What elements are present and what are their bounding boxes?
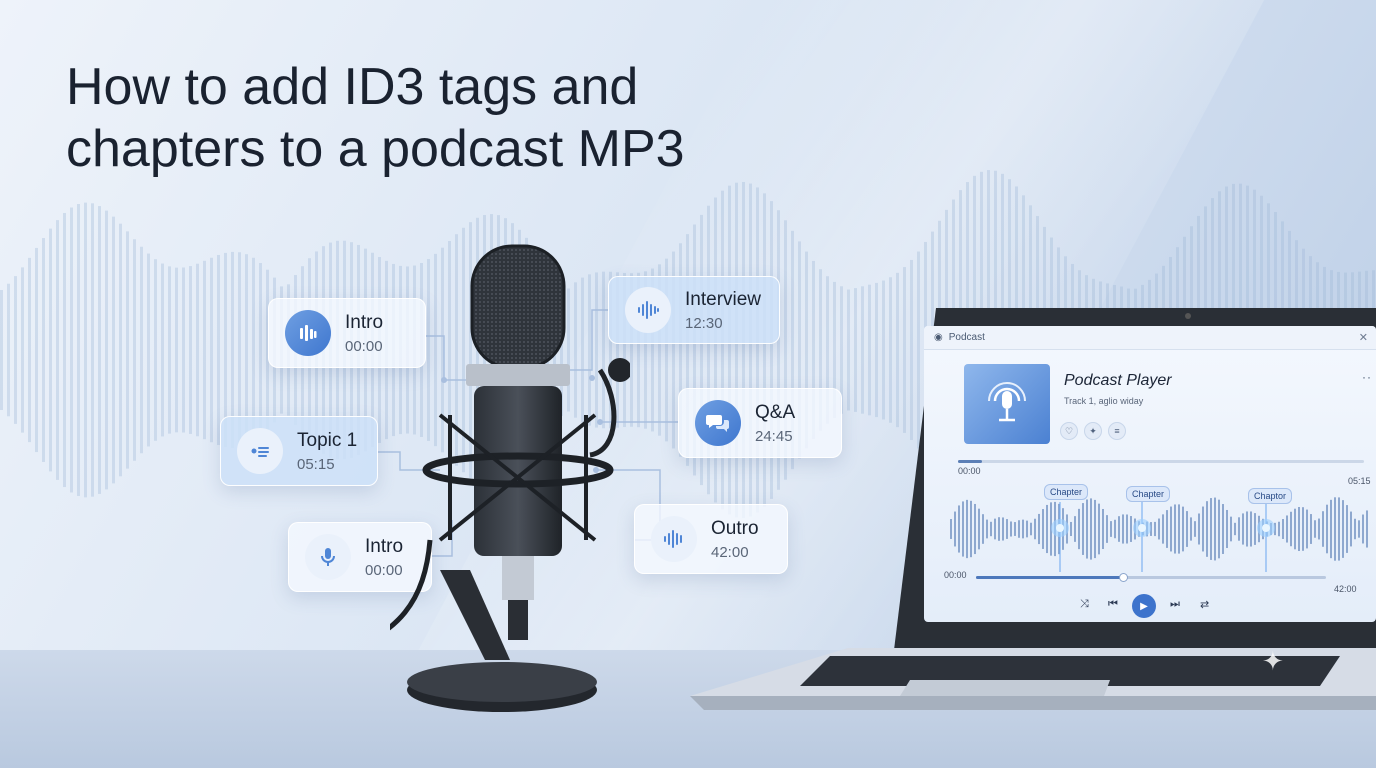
equalizer-bars-icon xyxy=(285,310,331,356)
progress-knob[interactable] xyxy=(1119,573,1128,582)
play-button[interactable]: ▶ xyxy=(1132,594,1156,618)
podcast-logo-icon: ◉ xyxy=(934,332,943,343)
microphone-icon xyxy=(305,534,351,580)
chapter-card-time: 05:15 xyxy=(297,455,335,473)
shuffle-icon[interactable]: ⤨ xyxy=(1080,598,1089,611)
skip-forward-icon[interactable]: ⏭ xyxy=(1170,598,1180,611)
bottom-progress-fill xyxy=(976,576,1123,579)
chapter-card-time: 00:00 xyxy=(345,337,383,355)
waveform-icon xyxy=(625,287,671,333)
podcast-cover-art xyxy=(964,364,1050,444)
window-title-bar: ◉ Podcast ✕ xyxy=(924,326,1376,350)
microphone-illustration xyxy=(390,244,630,712)
list-icon xyxy=(237,428,283,474)
time-end-bottom: 42:00 xyxy=(1334,584,1357,594)
list-icon[interactable]: ≡ xyxy=(1108,422,1126,440)
page-title: How to add ID3 tags and chapters to a po… xyxy=(66,56,826,180)
repeat-icon[interactable]: ⇄ xyxy=(1200,598,1209,611)
page-title-line-1: How to add ID3 tags and xyxy=(66,58,639,116)
more-options-icon[interactable]: ·· xyxy=(1362,370,1372,384)
player-title: Podcast Player xyxy=(1064,372,1172,389)
heart-icon[interactable]: ♡ xyxy=(1060,422,1078,440)
chapter-card-title: Intro xyxy=(345,311,384,333)
player-subtitle: Track 1, aglio widay xyxy=(1064,396,1144,406)
chapter-card-title: Topic 1 xyxy=(297,429,358,451)
laptop-screen: ◉ Podcast ✕ Podcast Player Track 1, agli… xyxy=(924,326,1376,622)
time-start-top: 00:00 xyxy=(958,466,981,476)
sparkle-icon: ✦ xyxy=(1262,646,1284,676)
chapter-marker-tag[interactable]: Chaptor xyxy=(1248,488,1293,504)
skip-back-icon[interactable]: ⏮ xyxy=(1108,598,1118,611)
bottom-progress-bar[interactable] xyxy=(976,573,1326,582)
time-start-bottom: 00:00 xyxy=(944,570,967,580)
pin-icon[interactable]: ✦ xyxy=(1084,422,1102,440)
chapter-marker-tag[interactable]: Chapter xyxy=(1126,486,1171,502)
page-title-line-2: chapters to a podcast MP3 xyxy=(66,120,685,178)
chapter-card-topic-1[interactable]: Topic 1 05:15 xyxy=(220,416,378,486)
close-icon[interactable]: ✕ xyxy=(1359,331,1368,344)
top-progress-fill xyxy=(958,460,983,463)
chapter-marker-tag[interactable]: Chapter xyxy=(1044,484,1089,500)
top-progress-bar[interactable] xyxy=(958,460,1364,463)
podcast-mic-icon xyxy=(988,382,1026,422)
window-title: Podcast xyxy=(948,332,985,343)
